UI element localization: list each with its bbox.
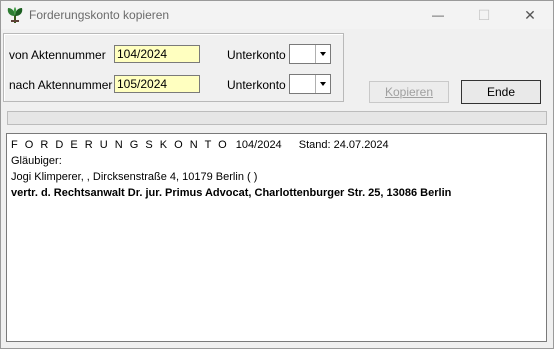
end-button-label: Ende [486, 85, 516, 99]
end-button[interactable]: Ende [461, 80, 541, 104]
close-icon: ✕ [524, 6, 536, 23]
subaccount-label-from: Unterkonto [227, 48, 286, 62]
maximize-button[interactable]: ☐ [461, 1, 507, 29]
to-file-number-label: nach Aktennummer [9, 78, 113, 92]
progress-bar [7, 111, 547, 125]
title-bar[interactable]: Forderungskonto kopieren — ☐ ✕ [1, 1, 553, 29]
from-file-number-input[interactable]: 104/2024 [114, 45, 200, 63]
app-window: Forderungskonto kopieren — ☐ ✕ von Akten… [0, 0, 554, 349]
subaccount-label-to: Unterkonto [227, 78, 286, 92]
close-button[interactable]: ✕ [507, 1, 553, 29]
subaccount-select-from[interactable] [289, 44, 331, 64]
copy-button-label: Kopieren [384, 85, 434, 99]
minimize-icon: — [432, 8, 444, 22]
copy-button[interactable]: Kopieren [369, 81, 449, 103]
account-heading-ref: 104/2024 [235, 139, 282, 151]
chevron-down-icon[interactable] [315, 75, 330, 93]
account-stand: Stand: 24.07.2024 [298, 139, 389, 151]
creditor-line: Jogi Klimperer, , Dircksenstraße 4, 1017… [11, 171, 258, 183]
account-heading: F O R D E R U N G S K O N T O [11, 139, 229, 151]
file-number-group: von Aktennummer 104/2024 Unterkonto nach… [3, 33, 344, 102]
from-file-number-label: von Aktennummer [9, 48, 106, 62]
chevron-down-icon[interactable] [315, 45, 330, 63]
to-file-number-input[interactable]: 105/2024 [114, 75, 200, 93]
plant-icon [6, 6, 24, 24]
representative-line: vertr. d. Rechtsanwalt Dr. jur. Primus A… [11, 187, 452, 199]
account-output-text[interactable]: F O R D E R U N G S K O N T O 104/2024 S… [6, 133, 547, 342]
account-heading-line: F O R D E R U N G S K O N T O 104/2024 S… [11, 137, 542, 153]
window-title: Forderungskonto kopieren [29, 8, 170, 22]
minimize-button[interactable]: — [415, 1, 461, 29]
maximize-icon: ☐ [477, 6, 491, 23]
creditor-label: Gläubiger: [11, 155, 62, 167]
subaccount-select-to[interactable] [289, 74, 331, 94]
